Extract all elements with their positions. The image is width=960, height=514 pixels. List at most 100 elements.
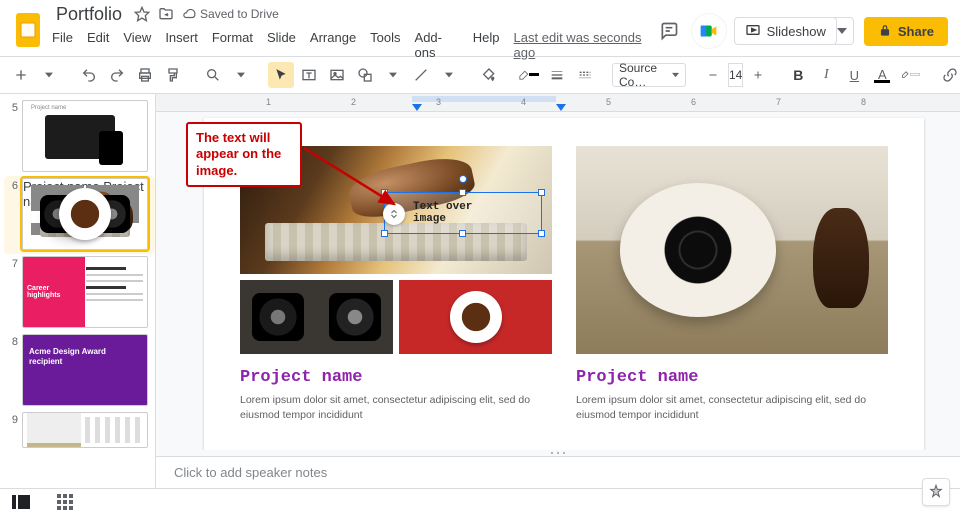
- lock-icon: [878, 24, 892, 38]
- menu-arrange[interactable]: Arrange: [310, 30, 356, 60]
- slide-thumbnail-selected[interactable]: Project name Project name: [22, 178, 148, 250]
- line-dropdown[interactable]: [436, 62, 462, 88]
- select-tool[interactable]: [268, 62, 294, 88]
- new-slide-button[interactable]: [8, 62, 34, 88]
- resize-handle[interactable]: [538, 189, 545, 196]
- thumb-number: 8: [6, 334, 18, 348]
- project-image[interactable]: [240, 280, 393, 354]
- text-color-button[interactable]: A: [869, 62, 895, 88]
- indent-marker-right[interactable]: [556, 104, 566, 111]
- new-slide-dropdown[interactable]: [36, 62, 62, 88]
- thumb-number: 5: [6, 100, 18, 114]
- font-size-input[interactable]: 14: [728, 63, 743, 87]
- rotate-handle[interactable]: [459, 175, 467, 183]
- canvas-area: 1 2 3 4 5 6 7 8 The text will appear on …: [156, 94, 960, 488]
- resize-handle[interactable]: [381, 230, 388, 237]
- thumb-row[interactable]: 8 Acme Design Award recipient: [4, 332, 155, 410]
- font-size-decrease[interactable]: [700, 62, 726, 88]
- shape-tool[interactable]: [352, 62, 378, 88]
- paint-format-button[interactable]: [160, 62, 186, 88]
- menu-addons[interactable]: Add-ons: [415, 30, 459, 60]
- fill-color-button[interactable]: [476, 62, 502, 88]
- menu-edit[interactable]: Edit: [87, 30, 109, 60]
- slide-thumbnail[interactable]: Project name: [22, 100, 148, 172]
- share-button[interactable]: Share: [864, 17, 948, 46]
- border-dash-button[interactable]: [572, 62, 598, 88]
- project-image[interactable]: [576, 146, 888, 354]
- slide-thumbnail[interactable]: [22, 412, 148, 448]
- menu-file[interactable]: File: [52, 30, 73, 60]
- slide-thumbnail[interactable]: Career highlights: [22, 256, 148, 328]
- zoom-button[interactable]: [200, 62, 226, 88]
- autofit-icon[interactable]: [383, 203, 405, 225]
- insert-link-button[interactable]: [937, 62, 960, 88]
- font-size-increase[interactable]: [745, 62, 771, 88]
- slide-thumbnail[interactable]: Acme Design Award recipient: [22, 334, 148, 406]
- last-edit-link[interactable]: Last edit was seconds ago: [514, 30, 654, 60]
- menu-format[interactable]: Format: [212, 30, 253, 60]
- image-tool[interactable]: [324, 62, 350, 88]
- filmstrip-view-button[interactable]: [8, 489, 34, 514]
- chevron-down-icon: [837, 26, 847, 36]
- document-title[interactable]: Portfolio: [52, 3, 126, 26]
- highlight-color-button[interactable]: [897, 62, 923, 88]
- star-icon[interactable]: [134, 6, 150, 22]
- menu-tools[interactable]: Tools: [370, 30, 400, 60]
- resize-handle[interactable]: [459, 189, 466, 196]
- border-color-button[interactable]: [516, 62, 542, 88]
- project-title[interactable]: Project name: [240, 368, 552, 387]
- bold-button[interactable]: B: [785, 62, 811, 88]
- menu-insert[interactable]: Insert: [165, 30, 198, 60]
- menu-view[interactable]: View: [123, 30, 151, 60]
- thumb-number: 7: [6, 256, 18, 270]
- undo-button[interactable]: [76, 62, 102, 88]
- zoom-dropdown[interactable]: [228, 62, 254, 88]
- selected-textbox[interactable]: Text over image: [384, 192, 542, 234]
- menu-help[interactable]: Help: [473, 30, 500, 60]
- thumb-number: 9: [6, 412, 18, 426]
- slides-logo: [10, 7, 46, 55]
- move-folder-icon[interactable]: [158, 6, 174, 22]
- horizontal-ruler[interactable]: 1 2 3 4 5 6 7 8: [156, 94, 960, 112]
- thumb-row[interactable]: 9: [4, 410, 155, 452]
- slideshow-button[interactable]: Slideshow: [734, 17, 837, 45]
- print-button[interactable]: [132, 62, 158, 88]
- resize-handle[interactable]: [381, 189, 388, 196]
- font-family-select[interactable]: Source Co…: [612, 63, 686, 87]
- resize-handle[interactable]: [459, 230, 466, 237]
- thumb-row[interactable]: 5 Project name: [4, 98, 155, 176]
- line-tool[interactable]: [408, 62, 434, 88]
- meet-icon[interactable]: [694, 16, 724, 46]
- annotation-callout: The text will appear on the image.: [186, 122, 302, 187]
- indent-marker-left[interactable]: [412, 104, 422, 111]
- textbox-tool[interactable]: [296, 62, 322, 88]
- resize-handle[interactable]: [538, 230, 545, 237]
- slideshow-dropdown[interactable]: [831, 17, 854, 45]
- menu-bar: File Edit View Insert Format Slide Arran…: [52, 26, 654, 60]
- thumb-row[interactable]: 7 Career highlights: [4, 254, 155, 332]
- project-title[interactable]: Project name: [576, 368, 888, 387]
- textbox-content[interactable]: Text over image: [413, 201, 472, 225]
- chevron-down-icon: [45, 71, 53, 79]
- save-status: Saved to Drive: [182, 7, 279, 21]
- shape-dropdown[interactable]: [380, 62, 406, 88]
- slide-canvas[interactable]: Project name Lorem ipsum dolor sit amet,…: [204, 118, 924, 450]
- comments-icon[interactable]: [654, 16, 684, 46]
- menu-slide[interactable]: Slide: [267, 30, 296, 60]
- underline-button[interactable]: U: [841, 62, 867, 88]
- project-body[interactable]: Lorem ipsum dolor sit amet, consectetur …: [240, 393, 552, 422]
- speaker-notes[interactable]: Click to add speaker notes: [156, 456, 960, 488]
- grid-view-button[interactable]: [52, 489, 78, 514]
- border-weight-button[interactable]: [544, 62, 570, 88]
- explore-button[interactable]: [922, 478, 950, 506]
- project-image[interactable]: [399, 280, 552, 354]
- cloud-icon: [182, 7, 196, 21]
- present-icon: [745, 23, 761, 39]
- thumb-row[interactable]: 6 Project name Project name: [4, 176, 155, 254]
- chevron-down-icon: [672, 71, 679, 79]
- redo-button[interactable]: [104, 62, 130, 88]
- thumb-number: 6: [6, 178, 18, 192]
- italic-button[interactable]: I: [813, 62, 839, 88]
- filmstrip[interactable]: 5 Project name 6 Project name Project na…: [0, 94, 156, 488]
- project-body[interactable]: Lorem ipsum dolor sit amet, consectetur …: [576, 393, 888, 422]
